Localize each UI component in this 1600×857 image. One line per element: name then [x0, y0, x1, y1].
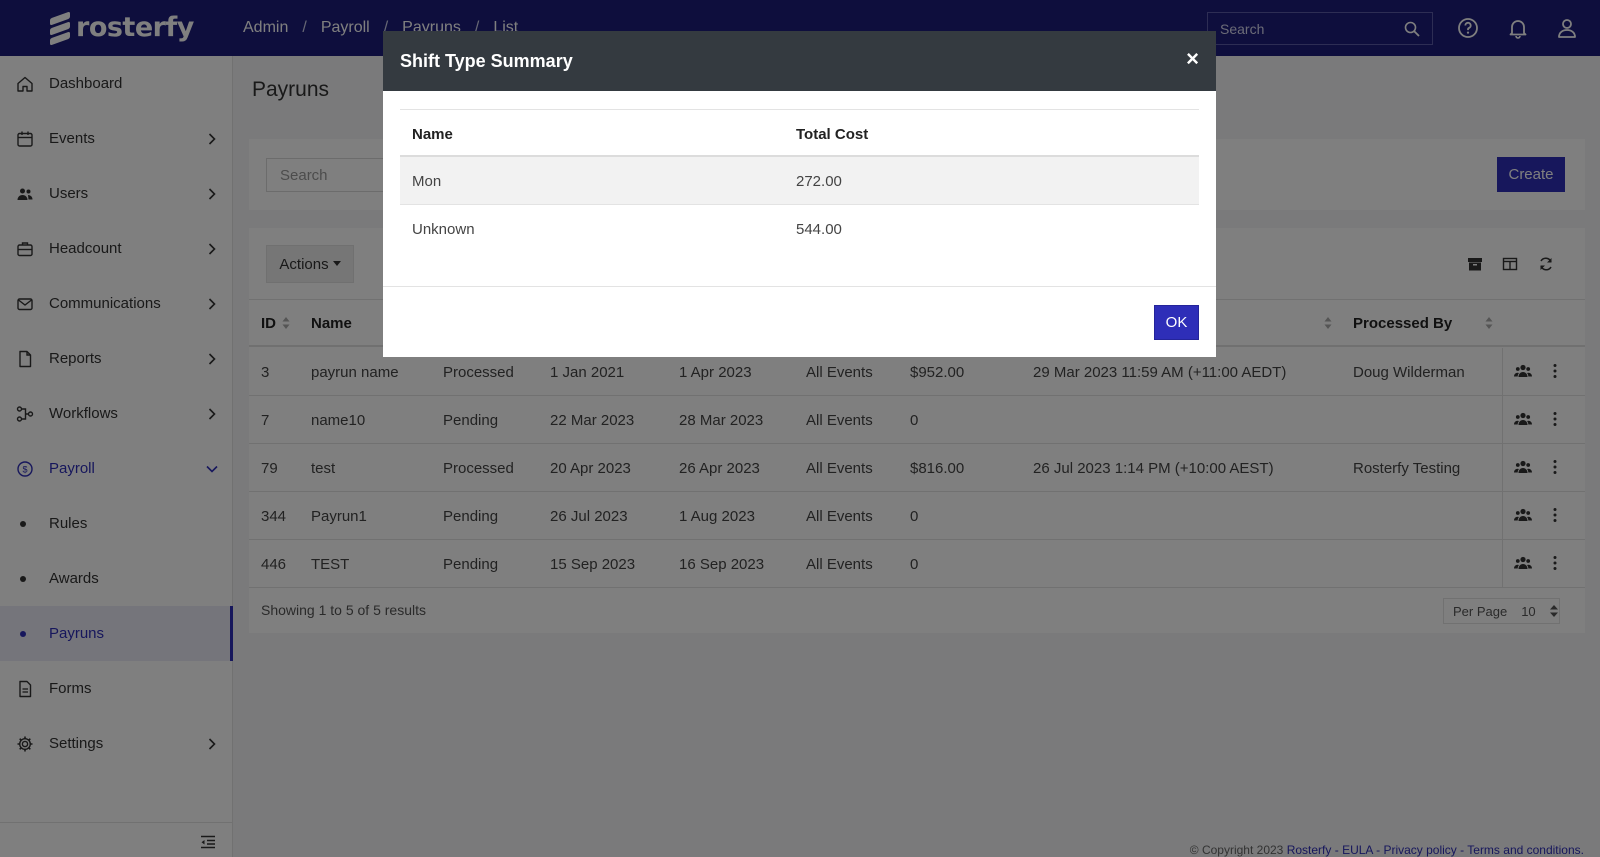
cell-total-cost: 272.00	[796, 173, 842, 190]
table-row: Unknown 544.00	[400, 205, 1199, 253]
column-header-total-cost: Total Cost	[796, 126, 869, 143]
shift-type-summary-modal: Shift Type Summary × Name Total Cost Mon…	[383, 31, 1216, 357]
cell-shift-name: Unknown	[412, 221, 475, 238]
cell-shift-name: Mon	[412, 173, 442, 190]
modal-title: Shift Type Summary	[400, 51, 573, 71]
modal-header: Shift Type Summary ×	[383, 31, 1216, 91]
close-icon[interactable]: ×	[1186, 48, 1199, 70]
ok-button[interactable]: OK	[1154, 305, 1199, 340]
modal-footer: OK	[383, 286, 1216, 357]
table-row: Mon 272.00	[400, 157, 1199, 205]
column-header-name: Name	[412, 126, 453, 143]
cell-total-cost: 544.00	[796, 221, 842, 238]
shift-type-table-header: Name Total Cost	[400, 109, 1199, 157]
